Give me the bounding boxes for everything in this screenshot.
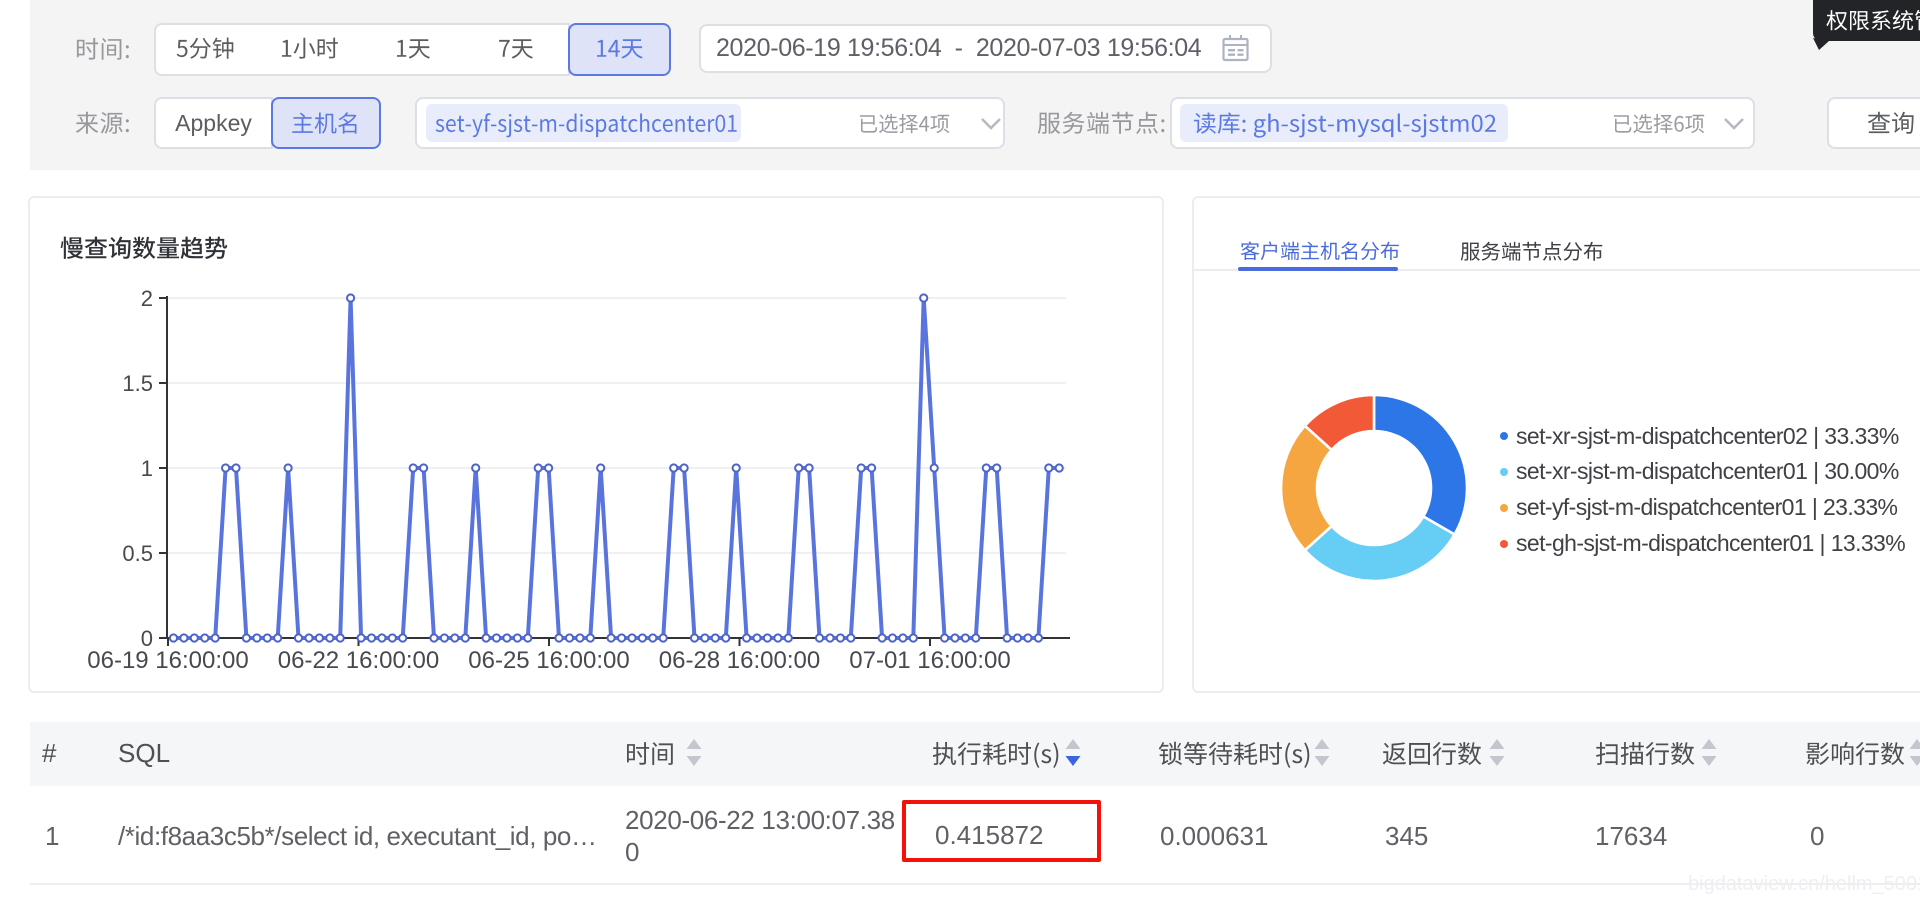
svg-text:0.5: 0.5 bbox=[122, 541, 153, 566]
svg-text:2: 2 bbox=[141, 286, 153, 311]
svg-text:07-01 16:00:00: 07-01 16:00:00 bbox=[849, 647, 1010, 674]
svg-text:06-25 16:00:00: 06-25 16:00:00 bbox=[468, 647, 629, 674]
svg-text:06-19 16:00:00: 06-19 16:00:00 bbox=[87, 647, 248, 674]
svg-text:06-28 16:00:00: 06-28 16:00:00 bbox=[659, 647, 820, 674]
svg-text:1: 1 bbox=[141, 456, 153, 481]
svg-text:1.5: 1.5 bbox=[122, 371, 153, 396]
svg-text:06-22 16:00:00: 06-22 16:00:00 bbox=[278, 647, 439, 674]
